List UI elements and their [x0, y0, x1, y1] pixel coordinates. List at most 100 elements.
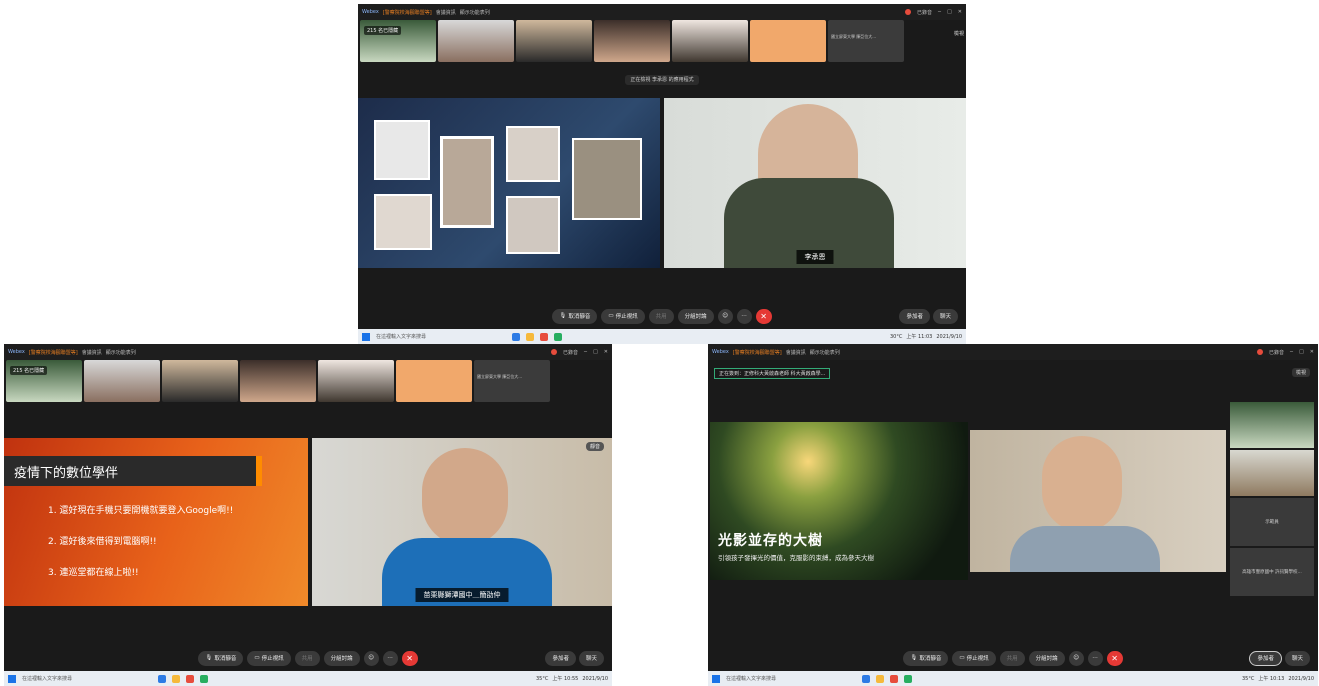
- chat-button[interactable]: 聊天: [578, 650, 604, 666]
- meeting-info-tab[interactable]: 會議資訊: [436, 9, 456, 16]
- meeting-name[interactable]: [警察院校海鷗聯盟等]: [29, 349, 78, 356]
- participant-tile-label[interactable]: 高雄市豐原國中 許訊賢學校...: [1230, 548, 1314, 596]
- participants-button[interactable]: 參加者: [899, 308, 930, 324]
- chrome-icon[interactable]: [186, 674, 194, 683]
- record-label[interactable]: 已錄音: [917, 9, 932, 16]
- reactions-icon[interactable]: ☺: [1068, 650, 1084, 666]
- participants-button[interactable]: 參加者: [545, 650, 576, 666]
- chat-button[interactable]: 聊天: [932, 308, 958, 324]
- speaker-name: 苗栗縣獅潭國中＿簡劭仲: [415, 588, 509, 602]
- share-button[interactable]: 共用: [648, 308, 674, 324]
- participant-tile[interactable]: [1230, 402, 1314, 448]
- participant-thumb[interactable]: [396, 360, 472, 402]
- view-button[interactable]: 檢視: [954, 20, 964, 66]
- participant-thumb[interactable]: [84, 360, 160, 402]
- line-icon[interactable]: [554, 332, 562, 341]
- folder-icon[interactable]: [526, 332, 534, 341]
- end-call-icon[interactable]: ✕: [755, 308, 772, 324]
- participant-thumb[interactable]: 215 名已隱藏: [6, 360, 82, 402]
- participant-thumb-label[interactable]: 國立屏東大學 陳亞位大...: [828, 20, 904, 62]
- meeting-name[interactable]: [警察院校海鷗聯盟等]: [383, 9, 432, 16]
- line-icon[interactable]: [904, 674, 912, 683]
- taskbar-search[interactable]: 在這裡輸入文字來搜尋: [376, 333, 506, 340]
- panel-buttons: 參加者 聊天: [545, 648, 604, 668]
- maximize-icon[interactable]: □: [593, 349, 598, 355]
- show-menu-tab[interactable]: 顯示功能表列: [460, 9, 490, 16]
- taskbar-search[interactable]: 在這裡輸入文字來搜尋: [726, 675, 856, 682]
- chat-button[interactable]: 聊天: [1284, 650, 1310, 666]
- participants-button[interactable]: 參加者: [1249, 650, 1282, 666]
- participant-tile[interactable]: [1230, 450, 1314, 496]
- unmute-button[interactable]: 🎙 取消靜音: [198, 650, 244, 666]
- reactions-icon[interactable]: ☺: [717, 308, 733, 324]
- photo-card: [506, 126, 560, 182]
- speaker-video[interactable]: 靜音 苗栗縣獅潭國中＿簡劭仲: [312, 438, 612, 606]
- participant-thumb[interactable]: [672, 20, 748, 62]
- chrome-icon[interactable]: [540, 332, 548, 341]
- windows-start-icon[interactable]: [362, 332, 370, 341]
- folder-icon[interactable]: [172, 674, 180, 683]
- camera-icon: ▭: [959, 655, 965, 661]
- stop-video-button[interactable]: ▭ 停止視訊: [952, 650, 996, 666]
- mute-button[interactable]: 靜音: [585, 442, 604, 451]
- more-icon[interactable]: ⋯: [382, 650, 398, 666]
- windows-start-icon[interactable]: [712, 674, 720, 683]
- taskbar-search[interactable]: 在這裡輸入文字來搜尋: [22, 675, 152, 682]
- speaker-video[interactable]: 李承恩: [664, 98, 966, 268]
- reactions-icon[interactable]: ☺: [363, 650, 379, 666]
- more-icon[interactable]: ⋯: [736, 308, 752, 324]
- title-bar: Webex [警察院校海鷗聯盟等] 會議資訊 顯示功能表列 已錄音 ─ □ ✕: [358, 4, 966, 20]
- minimize-icon[interactable]: ─: [584, 349, 587, 355]
- participant-thumb[interactable]: [318, 360, 394, 402]
- participant-thumb[interactable]: [240, 360, 316, 402]
- participant-thumb[interactable]: [750, 20, 826, 62]
- participant-tile-label[interactable]: 示範員: [1230, 498, 1314, 546]
- unmute-button[interactable]: 🎙 取消靜音: [903, 650, 949, 666]
- close-icon[interactable]: ✕: [1310, 349, 1314, 355]
- app-icon[interactable]: [158, 674, 166, 683]
- hidden-count-badge[interactable]: 215 名已隱藏: [364, 26, 402, 35]
- close-icon[interactable]: ✕: [604, 349, 608, 355]
- unmute-label: 取消靜音: [214, 656, 237, 662]
- close-icon[interactable]: ✕: [958, 9, 962, 15]
- line-icon[interactable]: [200, 674, 208, 683]
- share-button[interactable]: 共用: [999, 650, 1025, 666]
- breakout-button[interactable]: 分組討論: [323, 650, 360, 666]
- record-label[interactable]: 已錄音: [563, 349, 578, 356]
- participant-thumb[interactable]: [438, 20, 514, 62]
- folder-icon[interactable]: [876, 674, 884, 683]
- show-menu-tab[interactable]: 顯示功能表列: [810, 349, 840, 356]
- end-call-icon[interactable]: ✕: [1106, 650, 1123, 666]
- participant-thumb[interactable]: [594, 20, 670, 62]
- maximize-icon[interactable]: □: [1299, 349, 1304, 355]
- stop-video-button[interactable]: ▭ 停止視訊: [601, 308, 645, 324]
- chrome-icon[interactable]: [890, 674, 898, 683]
- breakout-button[interactable]: 分組討論: [1028, 650, 1065, 666]
- meeting-name[interactable]: [警察院校海鷗聯盟等]: [733, 349, 782, 356]
- participant-strip: 215 名已隱藏 國立屏東大學 陳亞位大... 檢視: [358, 20, 966, 66]
- more-icon[interactable]: ⋯: [1087, 650, 1103, 666]
- view-button[interactable]: 檢視: [1291, 368, 1310, 377]
- minimize-icon[interactable]: ─: [938, 9, 941, 15]
- maximize-icon[interactable]: □: [947, 9, 952, 15]
- speaker-video[interactable]: [970, 430, 1226, 572]
- meeting-info-tab[interactable]: 會議資訊: [82, 349, 102, 356]
- participant-thumb[interactable]: 215 名已隱藏: [360, 20, 436, 62]
- minimize-icon[interactable]: ─: [1290, 349, 1293, 355]
- stop-video-button[interactable]: ▭ 停止視訊: [247, 650, 291, 666]
- app-icon[interactable]: [512, 332, 520, 341]
- show-menu-tab[interactable]: 顯示功能表列: [106, 349, 136, 356]
- hidden-count-badge[interactable]: 215 名已隱藏: [10, 366, 48, 375]
- participant-thumb[interactable]: [516, 20, 592, 62]
- record-label[interactable]: 已錄音: [1269, 349, 1284, 356]
- participant-thumb-label[interactable]: 國立屏東大學 陳亞位大...: [474, 360, 550, 402]
- share-button[interactable]: 共用: [294, 650, 320, 666]
- participant-thumb[interactable]: [162, 360, 238, 402]
- clock-time: 上午 10:13: [1258, 676, 1285, 682]
- app-icon[interactable]: [862, 674, 870, 683]
- windows-start-icon[interactable]: [8, 674, 16, 683]
- meeting-info-tab[interactable]: 會議資訊: [786, 349, 806, 356]
- end-call-icon[interactable]: ✕: [401, 650, 418, 666]
- breakout-button[interactable]: 分組討論: [677, 308, 714, 324]
- unmute-button[interactable]: 🎙 取消靜音: [552, 308, 598, 324]
